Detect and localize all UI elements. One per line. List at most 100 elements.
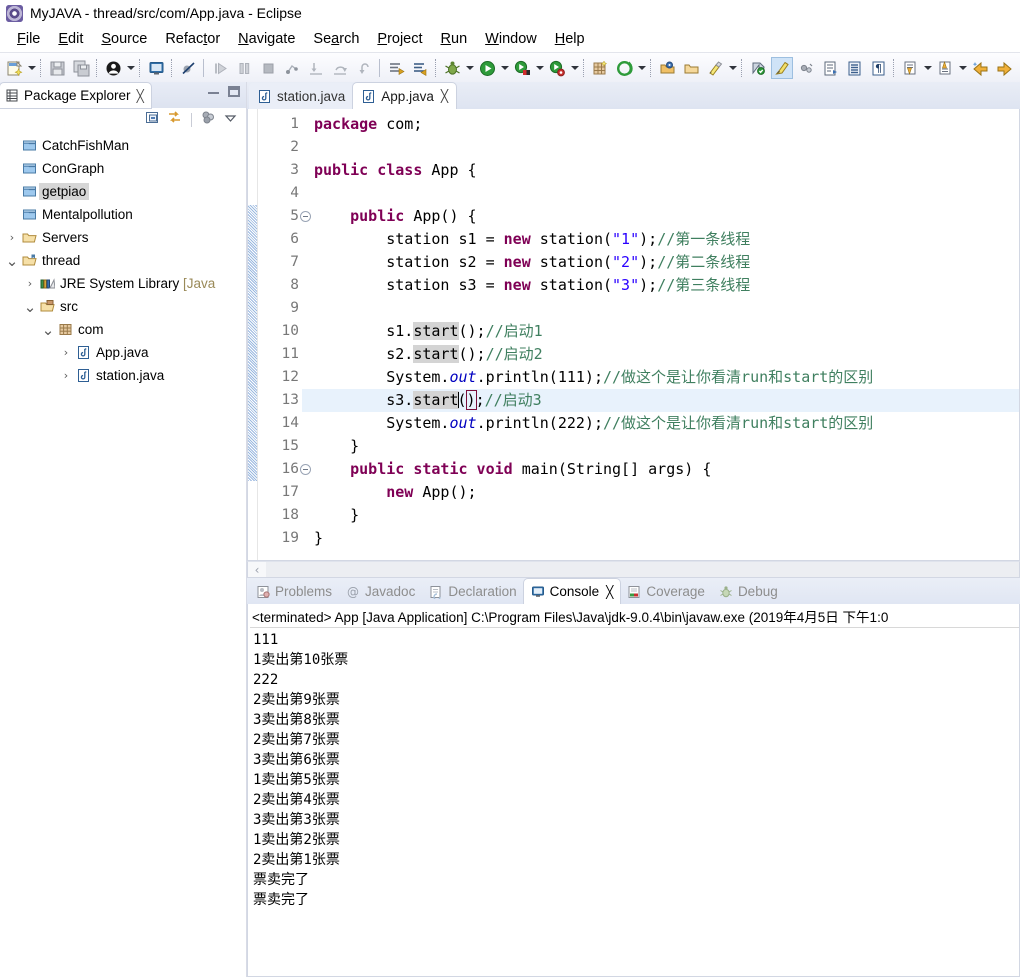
search-dropdown[interactable] [727, 57, 738, 79]
chevron-right-icon[interactable]: › [4, 231, 20, 244]
code-line[interactable]: station s3 = new station("3");//第三条线程 [314, 274, 1019, 297]
next-edit-dropdown[interactable] [922, 57, 933, 79]
disconnect-icon[interactable] [281, 57, 303, 79]
run-dropdown[interactable] [499, 57, 510, 79]
resume-icon[interactable] [209, 57, 231, 79]
external-tools-icon[interactable] [546, 57, 568, 79]
save-all-icon[interactable] [70, 57, 92, 79]
code-line[interactable] [314, 136, 1019, 159]
back-icon[interactable] [969, 57, 991, 79]
new-class-dropdown[interactable] [636, 57, 647, 79]
tab-package-explorer[interactable]: Package Explorer ╳ [0, 83, 151, 108]
code-content[interactable]: package com; public class App { public A… [302, 109, 1019, 560]
tree-item-app-java[interactable]: › App.java [0, 341, 246, 364]
tree-item-jre-system-library[interactable]: › JRE System Library [Java [0, 272, 246, 295]
menu-run[interactable]: Run [432, 29, 477, 49]
link-with-editor-icon[interactable] [795, 57, 817, 79]
collapse-all-icon[interactable] [145, 110, 160, 130]
chevron-down-icon[interactable]: ⌄ [4, 253, 20, 268]
menu-project[interactable]: Project [368, 29, 431, 49]
new-wizard-dropdown[interactable] [26, 57, 37, 79]
step-into-icon[interactable] [305, 57, 327, 79]
tree-item-src[interactable]: ⌄ src [0, 295, 246, 318]
code-line[interactable] [314, 297, 1019, 320]
menu-navigate[interactable]: Navigate [229, 29, 304, 49]
new-wizard-icon[interactable] [3, 57, 25, 79]
open-task-list-icon[interactable] [819, 57, 841, 79]
editor-tab-station-java[interactable]: station.java [249, 83, 354, 109]
skip-breakpoints-icon[interactable] [177, 57, 199, 79]
console-tab-debug[interactable]: Debug [712, 579, 785, 604]
step-return-icon[interactable] [353, 57, 375, 79]
terminate-icon[interactable] [257, 57, 279, 79]
menu-search[interactable]: Search [304, 29, 368, 49]
code-line[interactable] [314, 182, 1019, 205]
code-line[interactable]: s2.start();//启动2 [314, 343, 1019, 366]
tree-item-congraph[interactable]: ConGraph [0, 157, 246, 180]
chevron-right-icon[interactable]: › [22, 277, 38, 290]
close-icon[interactable]: ╳ [606, 585, 613, 599]
show-whitespace-icon[interactable] [843, 57, 865, 79]
close-icon[interactable]: ╳ [441, 89, 448, 103]
console-tab-coverage[interactable]: Coverage [620, 579, 712, 604]
console-tab-console[interactable]: Console ╳ [523, 579, 621, 604]
previous-edit-location-icon[interactable] [934, 57, 956, 79]
tree-item-thread[interactable]: ⌄ thread [0, 249, 246, 272]
toggle-highlight-icon[interactable] [771, 57, 793, 79]
new-java-package-icon[interactable] [589, 57, 611, 79]
debug-icon[interactable] [441, 57, 463, 79]
new-java-class-icon[interactable] [613, 57, 635, 79]
code-line[interactable]: public static void main(String[] args) { [314, 458, 1019, 481]
step-over-icon[interactable] [329, 57, 351, 79]
tree-item-com[interactable]: ⌄ com [0, 318, 246, 341]
view-menu-filters-icon[interactable] [201, 110, 216, 130]
forward-icon[interactable] [993, 57, 1015, 79]
editor-tab-App-java[interactable]: App.java ╳ [353, 83, 457, 109]
code-line[interactable]: new App(); [314, 481, 1019, 504]
user-profile-icon[interactable] [102, 57, 124, 79]
code-line[interactable]: System.out.println(111);//做这个是让你看清run和st… [314, 366, 1019, 389]
view-menu-icon[interactable] [223, 110, 238, 130]
tree-item-catchfishman[interactable]: CatchFishMan [0, 134, 246, 157]
project-tree[interactable]: CatchFishMan ConGraph getpiao Mentalpolluti… [0, 132, 246, 977]
console-tab-declaration[interactable]: Declaration [422, 579, 523, 604]
code-line[interactable]: station s2 = new station("2");//第二条线程 [314, 251, 1019, 274]
tree-item-mentalpollution[interactable]: Mentalpollution [0, 203, 246, 226]
console-tab-problems[interactable]: Problems [249, 579, 339, 604]
minimize-icon[interactable] [208, 89, 219, 94]
debug-dropdown[interactable] [464, 57, 475, 79]
previous-annotation-icon[interactable] [409, 57, 431, 79]
open-type-icon[interactable] [656, 57, 678, 79]
tree-item-getpiao[interactable]: getpiao [0, 180, 246, 203]
code-line[interactable]: } [314, 504, 1019, 527]
link-with-editor-icon[interactable] [167, 110, 182, 130]
chevron-right-icon[interactable]: › [58, 369, 74, 382]
chevron-right-icon[interactable]: › [58, 346, 74, 359]
scroll-left-icon[interactable]: ‹ [248, 562, 266, 577]
code-line[interactable]: } [314, 435, 1019, 458]
code-line[interactable]: station s1 = new station("1");//第一条线程 [314, 228, 1019, 251]
annotation-ruler[interactable] [248, 109, 258, 560]
external-tools-dropdown[interactable] [569, 57, 580, 79]
maximize-icon[interactable] [228, 86, 240, 97]
code-line[interactable]: System.out.println(222);//做这个是让你看清run和st… [314, 412, 1019, 435]
java-editor[interactable]: 1 2 3 4 5 6 7 8 9 10 11 12 13 14 15 16 17 18 19 package co… [247, 109, 1020, 561]
show-formatting-icon[interactable]: ¶ [867, 57, 889, 79]
tree-item-station-java[interactable]: › station.java [0, 364, 246, 387]
code-line[interactable]: s3.start();//启动3 [302, 389, 1019, 412]
run-icon[interactable] [476, 57, 498, 79]
console-tab-javadoc[interactable]: @ Javadoc [339, 579, 422, 604]
suspend-icon[interactable] [233, 57, 255, 79]
coverage-dropdown[interactable] [534, 57, 545, 79]
menu-window[interactable]: Window [476, 29, 546, 49]
open-task-icon[interactable] [680, 57, 702, 79]
toggle-mark-occurrences-icon[interactable] [747, 57, 769, 79]
console-body[interactable]: <terminated> App [Java Application] C:\P… [247, 604, 1020, 977]
coverage-icon[interactable] [511, 57, 533, 79]
code-line[interactable]: public App() { [314, 205, 1019, 228]
chevron-down-icon[interactable]: ⌄ [22, 299, 38, 314]
code-line[interactable]: s1.start();//启动1 [314, 320, 1019, 343]
code-line[interactable]: package com; [314, 113, 1019, 136]
menu-source[interactable]: Source [92, 29, 156, 49]
chevron-down-icon[interactable]: ⌄ [40, 322, 56, 337]
